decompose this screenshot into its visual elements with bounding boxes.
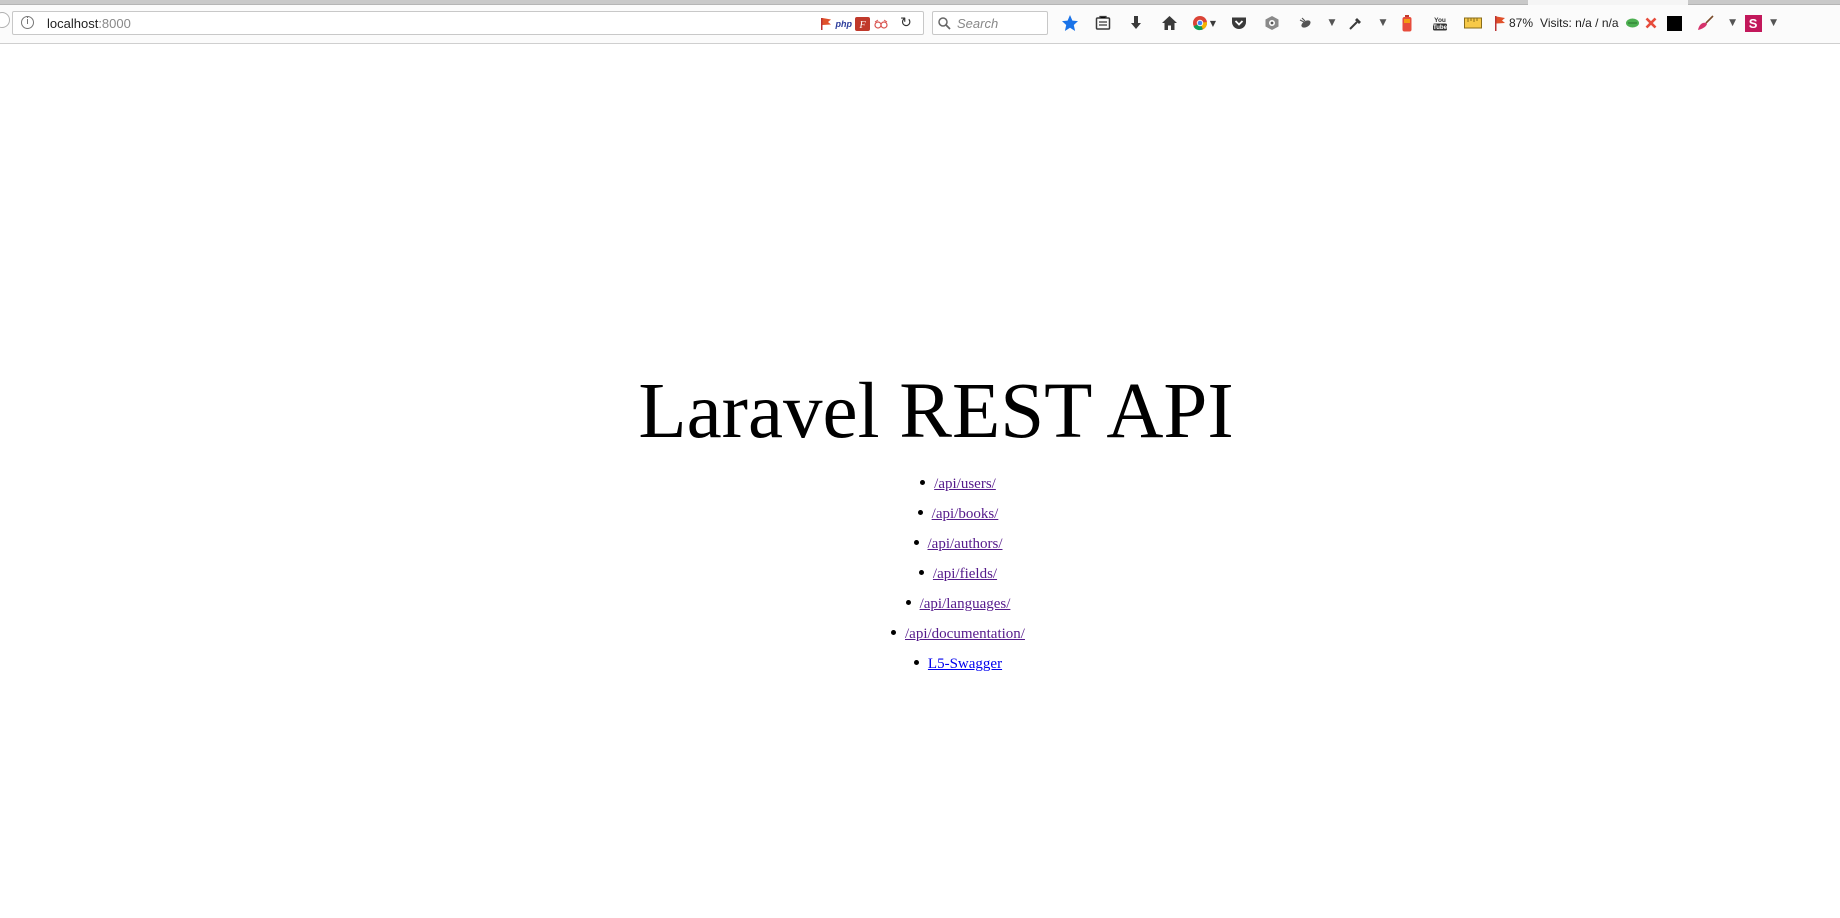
bullet bbox=[918, 570, 924, 576]
list-item: /api/documentation/ bbox=[0, 624, 1840, 654]
page-content: Laravel REST API /api/users/ /api/books/… bbox=[0, 44, 1840, 918]
broom-icon[interactable] bbox=[1694, 11, 1718, 35]
feedly-icon[interactable]: F bbox=[855, 17, 870, 31]
link-fields[interactable]: /api/fields/ bbox=[933, 566, 997, 582]
battery-icon[interactable] bbox=[1395, 11, 1419, 35]
pocket-icon[interactable] bbox=[1227, 11, 1251, 35]
link-languages[interactable]: /api/languages/ bbox=[920, 596, 1011, 612]
list-item: L5-Swagger bbox=[0, 654, 1840, 684]
s-extension-icon[interactable]: S bbox=[1744, 14, 1762, 32]
bullet bbox=[891, 630, 896, 636]
visits-counter[interactable]: Visits: n/a / n/a bbox=[1540, 16, 1619, 30]
chrome-icon[interactable]: ▼ bbox=[1190, 11, 1218, 35]
privacy-badger-icon[interactable] bbox=[1260, 11, 1284, 35]
link-books[interactable]: /api/books/ bbox=[932, 506, 999, 522]
link-documentation[interactable]: /api/documentation/ bbox=[905, 626, 1025, 642]
bullet bbox=[905, 600, 911, 606]
color-swatch-icon[interactable] bbox=[1666, 15, 1682, 31]
eyedropper-icon[interactable] bbox=[1344, 11, 1368, 35]
url-bar[interactable]: i localhost:8000 php F ↻ bbox=[12, 11, 924, 35]
svg-text:Tube: Tube bbox=[1433, 25, 1448, 31]
search-icon bbox=[938, 17, 951, 30]
bullet bbox=[920, 480, 926, 486]
url-port: :8000 bbox=[98, 16, 131, 31]
ruler-icon[interactable] bbox=[1461, 11, 1485, 35]
url-host: localhost bbox=[47, 16, 99, 31]
download-icon[interactable] bbox=[1124, 11, 1148, 35]
bookmark-star-icon[interactable] bbox=[1058, 11, 1082, 35]
php-icon[interactable]: php bbox=[836, 17, 853, 31]
reading-list-icon[interactable] bbox=[1091, 11, 1115, 35]
chevron-down-icon[interactable]: ▼ bbox=[1377, 11, 1389, 35]
svg-text:You: You bbox=[1434, 17, 1446, 24]
list-item: /api/users/ bbox=[0, 474, 1840, 504]
search-bar[interactable] bbox=[932, 11, 1048, 35]
info-icon[interactable]: i bbox=[21, 16, 34, 29]
list-item: /api/authors/ bbox=[0, 534, 1840, 564]
link-l5-swagger[interactable]: L5-Swagger bbox=[928, 656, 1002, 672]
bullet bbox=[913, 540, 919, 546]
glasses-icon[interactable] bbox=[873, 17, 889, 31]
home-icon[interactable] bbox=[1157, 11, 1181, 35]
list-item: /api/fields/ bbox=[0, 564, 1840, 594]
cookie-icon[interactable] bbox=[1625, 11, 1641, 35]
url-bar-icons: php F bbox=[819, 16, 890, 32]
close-x-icon[interactable] bbox=[1643, 11, 1659, 35]
chevron-down-icon[interactable]: ▼ bbox=[1768, 11, 1780, 35]
wasp-icon[interactable] bbox=[1293, 11, 1317, 35]
flag-icon[interactable] bbox=[1494, 15, 1506, 31]
list-item: /api/languages/ bbox=[0, 594, 1840, 624]
svg-text:F: F bbox=[858, 20, 866, 31]
link-list: /api/users/ /api/books/ /api/authors/ /a… bbox=[0, 474, 1840, 684]
link-users[interactable]: /api/users/ bbox=[934, 476, 996, 492]
flag-icon[interactable] bbox=[819, 17, 833, 31]
link-authors[interactable]: /api/authors/ bbox=[928, 536, 1003, 552]
list-item: /api/books/ bbox=[0, 504, 1840, 534]
reload-icon[interactable]: ↻ bbox=[897, 14, 915, 32]
zoom-level[interactable]: 87% bbox=[1509, 16, 1533, 30]
back-button[interactable] bbox=[0, 12, 10, 28]
browser-toolbar: ▼ ▼ ▼ You Tube 87% Visits: n/a / n/a ▼ S… bbox=[1058, 11, 1780, 35]
page-title: Laravel REST API bbox=[638, 368, 1234, 455]
navigation-toolbar: i localhost:8000 php F ↻ ▼ bbox=[0, 5, 1840, 44]
chevron-down-icon[interactable]: ▼ bbox=[1326, 11, 1338, 35]
url-text[interactable]: localhost:8000 bbox=[47, 16, 131, 31]
search-input[interactable] bbox=[957, 15, 1045, 31]
youtube-icon[interactable]: You Tube bbox=[1428, 11, 1452, 35]
bullet bbox=[917, 510, 923, 516]
chevron-down-icon[interactable]: ▼ bbox=[1727, 11, 1739, 35]
bullet bbox=[913, 660, 919, 666]
